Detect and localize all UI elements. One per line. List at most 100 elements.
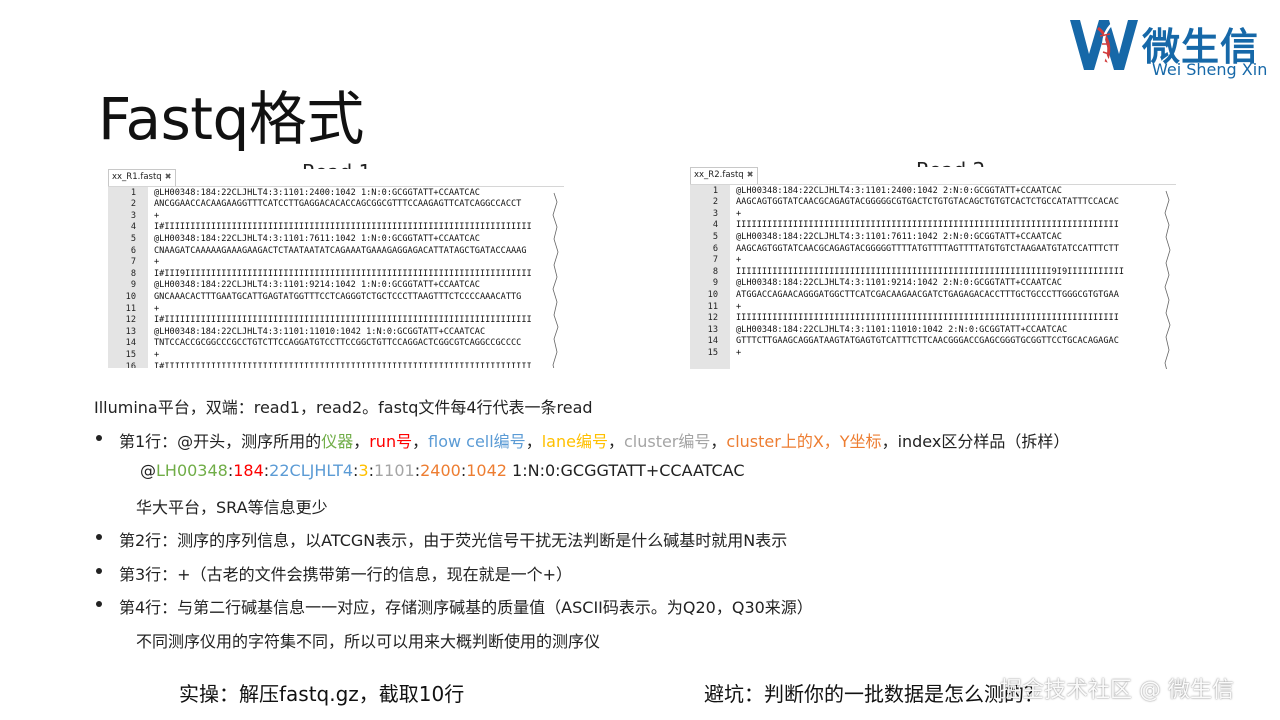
code-text: @LH00348:184:22CLJHLT4:3:1101:7611:1042 … [736, 231, 1062, 242]
text-segment: cluster编号 [623, 432, 711, 451]
code-text: IIIIIIIIIIIIIIIIIIIIIIIIIIIIIIIIIIIIIIII… [736, 313, 1119, 324]
code-text: GNCAAACACTTTGAATGCATTGAGTATGGTTTCCTCAGGG… [154, 291, 522, 302]
text-segment: lane编号 [541, 432, 608, 451]
text-segment: ， [412, 432, 429, 451]
line-number: 8 [130, 268, 136, 279]
logo-english-name: Wei Sheng Xin [1152, 60, 1268, 79]
code-text: + [154, 257, 160, 268]
code-text: IIIIIIIIIIIIIIIIIIIIIIIIIIIIIIIIIIIIIIII… [736, 266, 1125, 277]
line-number: 4 [130, 222, 136, 233]
line-number: 1 [130, 187, 136, 198]
read1-tab-label: xx_R1.fastq [112, 172, 162, 182]
code-text: CNAAGATCAAAAAGAAAGAAGACTCTAATAATATCAGAAA… [154, 245, 527, 256]
text-segment: 2400 [420, 461, 461, 480]
line-number: 15 [125, 349, 136, 360]
code-text: I#III9IIIIIIIIIIIIIIIIIIIIIIIIIIIIIIIIII… [154, 268, 532, 279]
line-number: 1 [712, 185, 718, 196]
w-helix-logo-icon [1070, 20, 1138, 70]
bgi-note: 华大平台，SRA等信息更少 [136, 498, 328, 517]
practice-text: 实操：解压fastq.gz，截取10行 [179, 682, 465, 706]
line-number: 14 [707, 336, 718, 347]
text-segment: 22CLJHLT4 [269, 461, 354, 480]
code-text: @LH00348:184:22CLJHLT4:3:1101:11010:1042… [736, 324, 1068, 335]
line-number: 10 [707, 289, 718, 300]
code-text: + [154, 210, 160, 221]
line-number: 15 [707, 347, 718, 358]
text-segment: 1101 [374, 461, 415, 480]
read1-editor: xx_R1.fastq ✖ 1 @LH00348:184:22CLJHLT4:3:1… [108, 169, 564, 368]
pitfall-text: 避坑：判断你的一批数据是怎么测的？ [704, 682, 1044, 706]
read2-tab-label: xx_R2.fastq [694, 170, 744, 180]
line1-description: 第1行：@开头，测序所用的仪器，run号，flow cell编号，lane编号，… [119, 428, 1069, 452]
code-text: @LH00348:184:22CLJHLT4:3:1101:9214:1042 … [736, 278, 1062, 289]
close-tab-icon[interactable]: ✖ [747, 170, 754, 179]
read2-editor: xx_R2.fastq ✖ 1 @LH00348:184:22CLJHLT4:3:1… [690, 167, 1176, 369]
read1-code-area[interactable]: 1 @LH00348:184:22CLJHLT4:3:1101:2400:1042… [108, 186, 564, 368]
code-text: + [736, 347, 742, 358]
code-text: @LH00348:184:22CLJHLT4:3:1101:2400:1042 … [154, 187, 480, 198]
code-text: + [154, 349, 160, 360]
line2-description: 第2行：测序的序列信息，以ATCGN表示，由于荧光信号干扰无法判断是什么碱基时就… [119, 531, 788, 550]
code-text: AAGCAGTGGTATCAACGCAGAGTACGGGGGCGTGACTCTG… [736, 197, 1119, 208]
code-text: ANCGGAACCACAAGAAGGTTTCATCCTTGAGGACACACCA… [154, 199, 522, 210]
line-number: 3 [130, 210, 136, 221]
code-text: AAGCAGTGGTATCAACGCAGAGTACGGGGGTTTTATGTTT… [736, 243, 1119, 254]
text-segment: LH00348 [156, 461, 228, 480]
code-text: I#IIIIIIIIIIIIIIIIIIIIIIIIIIIIIIIIIIIIII… [154, 222, 532, 233]
charset-note: 不同测序仪用的字符集不同，所以可以用来大概判断使用的测序仪 [136, 632, 601, 651]
line-number: 8 [712, 266, 718, 277]
read2-code-area[interactable]: 1 @LH00348:184:22CLJHLT4:3:1101:2400:1042… [690, 184, 1176, 369]
text-segment: flow cell编号 [428, 432, 526, 451]
text-segment: cluster上的X，Y坐标 [726, 432, 882, 451]
code-text: GTTTCTTGAAGCAGGATAAGTATGAGTGTCATTTCTTCAA… [736, 336, 1119, 347]
text-segment: 1042 [466, 461, 507, 480]
line-number: 2 [130, 199, 136, 210]
code-text: + [736, 255, 742, 266]
line-number: 3 [712, 208, 718, 219]
line-number: 14 [125, 338, 136, 349]
text-segment: @ [140, 461, 156, 480]
code-text: IIIIIIIIIIIIIIIIIIIIIIIIIIIIIIIIIIIIIIII… [736, 220, 1119, 231]
code-text: TNTCCACCGCGGCCCGCCTGTCTTCCAGGATGTCCTTCCG… [154, 338, 522, 349]
code-text: @LH00348:184:22CLJHLT4:3:1101:2400:1042 … [736, 185, 1062, 196]
text-segment: 3 [358, 461, 369, 480]
line-number: 2 [712, 197, 718, 208]
line-number: 6 [712, 243, 718, 254]
line-number: 5 [130, 233, 136, 244]
line-number: 6 [130, 245, 136, 256]
text-segment: run号 [369, 432, 413, 451]
bullet-icon [96, 601, 102, 607]
text-segment: 仪器 [321, 432, 354, 451]
line-number: 12 [125, 315, 136, 326]
line-number: 11 [125, 303, 136, 314]
text-segment: 第1行：@开头，测序所用的 [119, 432, 322, 451]
brand-logo: 微生信 Wei Sheng Xin [1068, 10, 1278, 80]
line-number: 9 [712, 278, 718, 289]
read1-file-tab[interactable]: xx_R1.fastq ✖ [108, 169, 177, 186]
bullet-icon [96, 568, 102, 574]
text-segment: ， [353, 432, 370, 451]
close-tab-icon[interactable]: ✖ [165, 172, 172, 181]
code-text: + [736, 301, 742, 312]
line-number: 4 [712, 220, 718, 231]
line-number: 11 [707, 301, 718, 312]
read2-file-tab[interactable]: xx_R2.fastq ✖ [690, 167, 759, 184]
line-number: 9 [130, 280, 136, 291]
line-number: 7 [130, 257, 136, 268]
code-text: ATGGACCAGAACAGGGATGGCTTCATCGACAAGAACGATC… [736, 289, 1119, 300]
text-segment: 184 [233, 461, 264, 480]
line-number: 16 [125, 361, 136, 369]
line-number: 7 [712, 255, 718, 266]
slide-title: Fastq格式 [98, 85, 364, 153]
text-segment: ， [710, 432, 727, 451]
torn-edge-icon [552, 187, 564, 368]
line-number: 13 [707, 324, 718, 335]
code-text: + [154, 303, 160, 314]
text-segment: ， [607, 432, 624, 451]
code-text: I#IIIIIIIIIIIIIIIIIIIIIIIIIIIIIIIIIIIIII… [154, 315, 532, 326]
text-segment: ， [525, 432, 542, 451]
bullet-icon [96, 534, 102, 540]
watermark: 掘金技术社区 @ 微生信 [1000, 678, 1234, 703]
code-text: @LH00348:184:22CLJHLT4:3:1101:7611:1042 … [154, 233, 480, 244]
line-number: 13 [125, 326, 136, 337]
